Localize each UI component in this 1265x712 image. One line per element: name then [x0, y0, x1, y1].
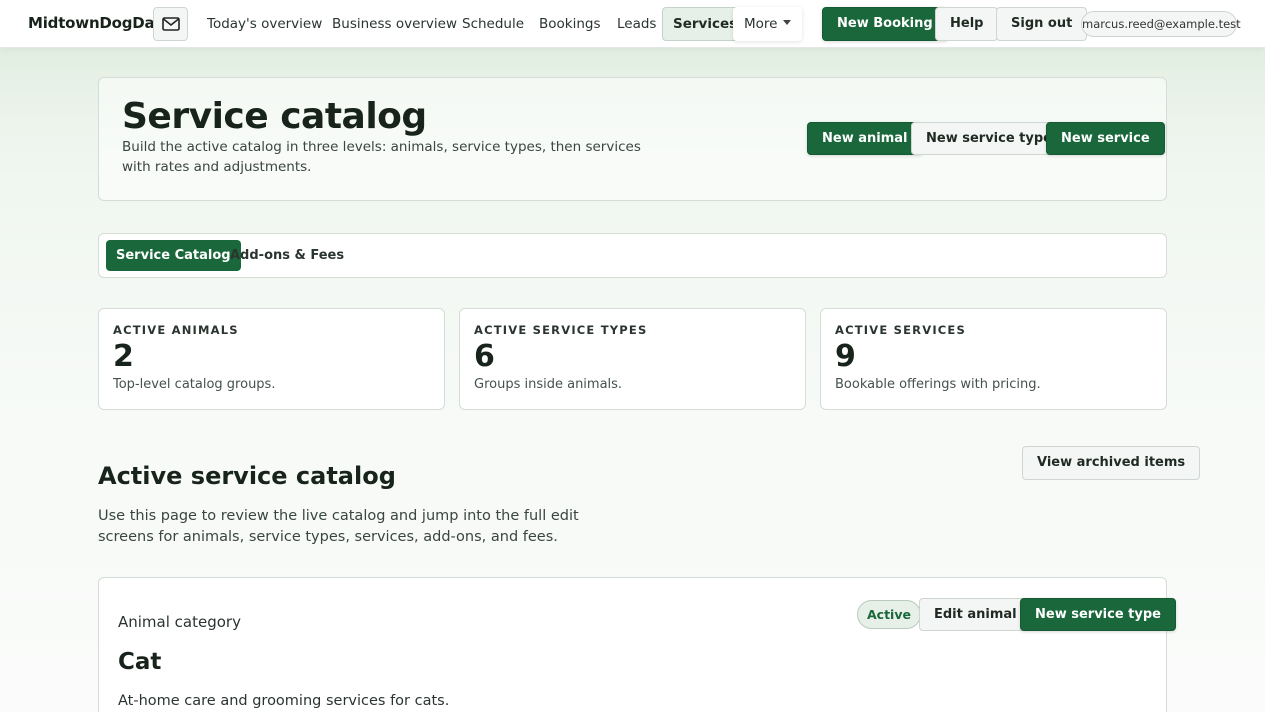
stat-description: Groups inside animals. [474, 377, 623, 392]
nav-link-todays-overview[interactable]: Today's overview [196, 7, 333, 41]
stat-card-services: ACTIVE SERVICES 9 Bookable offerings wit… [820, 308, 1167, 410]
section-title: Active service catalog [98, 462, 396, 490]
new-service-type-button[interactable]: New service type [911, 122, 1067, 155]
new-service-button[interactable]: New service [1046, 122, 1165, 155]
stat-card-animals: ACTIVE ANIMALS 2 Top-level catalog group… [98, 308, 445, 410]
nav-link-business-overview[interactable]: Business overview [321, 7, 468, 41]
brand-logo[interactable]: MidtownDogDad [28, 14, 165, 32]
new-animal-button[interactable]: New animal [807, 122, 923, 155]
stat-value: 6 [474, 339, 495, 374]
nav-link-bookings[interactable]: Bookings [528, 7, 612, 41]
more-label: More [744, 16, 778, 32]
stat-value: 2 [113, 339, 134, 374]
page-title: Service catalog [122, 96, 427, 137]
stat-description: Bookable offerings with pricing. [835, 377, 1041, 392]
animal-description: At-home care and grooming services for c… [118, 693, 450, 709]
mail-icon [161, 17, 180, 31]
caret-down-icon [783, 19, 792, 25]
page-description: Build the active catalog in three levels… [122, 139, 641, 175]
top-navbar: MidtownDogDad Today's overview Business … [0, 0, 1265, 48]
stat-card-service-types: ACTIVE SERVICE TYPES 6 Groups inside ani… [459, 308, 806, 410]
animal-card-cat: Animal category Active Edit animal New s… [98, 577, 1176, 712]
animal-name: Cat [118, 649, 162, 675]
new-booking-button[interactable]: New Booking [822, 7, 948, 41]
help-button[interactable]: Help [935, 7, 999, 41]
stat-value: 9 [835, 339, 856, 374]
nav-link-leads[interactable]: Leads [606, 7, 667, 41]
status-badge: Active [857, 600, 921, 629]
section-description: Use this page to review the live catalog… [98, 508, 579, 545]
stat-label: ACTIVE SERVICES [835, 323, 966, 337]
catalog-tabs: Service Catalog Add-ons & Fees [98, 233, 1167, 278]
messages-button[interactable] [153, 7, 188, 41]
sign-out-button[interactable]: Sign out [996, 7, 1088, 41]
view-archived-button[interactable]: View archived items [1022, 446, 1201, 480]
user-email-badge: marcus.reed@example.test [1081, 11, 1241, 37]
stat-description: Top-level catalog groups. [113, 377, 276, 392]
animal-category-label: Animal category [118, 613, 241, 631]
stat-label: ACTIVE SERVICE TYPES [474, 323, 648, 337]
animal-new-service-type-button[interactable]: New service type [1020, 598, 1176, 631]
tab-addons-fees[interactable]: Add-ons & Fees [220, 240, 354, 271]
stat-label: ACTIVE ANIMALS [113, 323, 239, 337]
edit-animal-button[interactable]: Edit animal [919, 598, 1032, 631]
more-dropdown[interactable]: More [733, 7, 803, 41]
nav-link-schedule[interactable]: Schedule [451, 7, 535, 41]
page-header-card: Service catalog Build the active catalog… [98, 77, 1167, 201]
